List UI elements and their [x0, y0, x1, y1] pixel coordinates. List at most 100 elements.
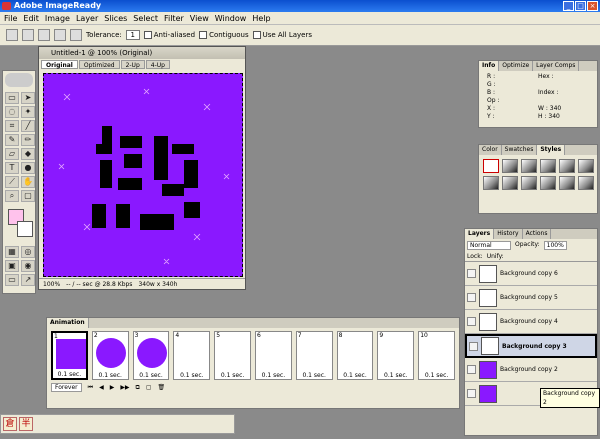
animation-frame[interactable]: 1 0.1 sec. — [51, 331, 88, 380]
style-swatch[interactable] — [521, 159, 537, 173]
tab-styles[interactable]: Styles — [537, 145, 566, 155]
frame-delay[interactable]: 0.1 sec. — [53, 371, 86, 378]
layer-visibility-icon[interactable] — [467, 293, 476, 302]
tab-history[interactable]: History — [494, 229, 523, 239]
move-tool-icon[interactable]: ➤ — [21, 92, 35, 104]
preview-browser-icon[interactable]: ◉ — [21, 260, 35, 272]
animation-frame[interactable]: 6 0.1 sec. — [255, 331, 292, 380]
tab-color[interactable]: Color — [479, 145, 502, 155]
animation-frame[interactable]: 7 0.1 sec. — [295, 331, 333, 380]
style-swatch[interactable] — [540, 159, 556, 173]
use-all-layers-checkbox[interactable]: Use All Layers — [252, 31, 312, 39]
contiguous-checkbox[interactable]: Contiguous — [199, 31, 249, 39]
frame-delay[interactable]: 0.1 sec. — [256, 372, 291, 379]
close-icon[interactable]: × — [587, 1, 598, 11]
frame-delay[interactable]: 0.1 sec. — [174, 372, 209, 379]
tab-layer-comps[interactable]: Layer Comps — [533, 61, 580, 71]
background-color[interactable] — [17, 221, 33, 237]
animation-frame[interactable]: 8 0.1 sec. — [336, 331, 374, 380]
download-speed[interactable]: -- / -- sec @ 28.8 Kbps — [66, 279, 132, 289]
animation-frame[interactable]: 3 0.1 sec. — [132, 331, 170, 380]
menu-image[interactable]: Image — [45, 12, 70, 24]
play-icon[interactable]: ▶ — [110, 384, 115, 391]
document-title-bar[interactable]: Untitled-1 @ 100% (Original) — [39, 47, 245, 59]
anti-aliased-checkbox[interactable]: Anti-aliased — [143, 31, 195, 39]
menu-select[interactable]: Select — [133, 12, 158, 24]
menu-slices[interactable]: Slices — [104, 12, 127, 24]
toggle-slices-icon[interactable]: ▦ — [5, 246, 19, 258]
eraser-tool-icon[interactable]: ▱ — [5, 148, 19, 160]
crop-tool-icon[interactable]: ⌗ — [5, 120, 19, 132]
first-frame-icon[interactable]: ⏮ — [88, 384, 93, 392]
layer-visibility-icon[interactable] — [467, 317, 476, 326]
style-swatch[interactable] — [540, 176, 556, 190]
selection-mode-subtract-icon[interactable] — [54, 29, 66, 41]
animation-frame[interactable]: 2 0.1 sec. — [91, 331, 129, 380]
selection-mode-add-icon[interactable] — [38, 29, 50, 41]
maximize-icon[interactable]: □ — [575, 1, 586, 11]
image-canvas[interactable] — [43, 73, 243, 277]
tab-optimized[interactable]: Optimized — [78, 60, 120, 69]
slice-tool-icon[interactable]: ╱ — [21, 120, 35, 132]
style-swatch[interactable] — [578, 176, 594, 190]
image-map-visibility-icon[interactable]: ◎ — [21, 246, 35, 258]
tolerance-input[interactable]: 1 — [125, 30, 140, 40]
tab-original[interactable]: Original — [41, 60, 78, 69]
menu-filter[interactable]: Filter — [164, 12, 184, 24]
opacity-input[interactable]: 100% — [543, 241, 567, 250]
style-swatch[interactable] — [483, 176, 499, 190]
style-swatch[interactable] — [578, 159, 594, 173]
next-frame-icon[interactable]: ▶▶ — [120, 384, 129, 391]
brush-tool-icon[interactable]: ✎ — [5, 134, 19, 146]
tween-icon[interactable]: ⧉ — [136, 384, 140, 392]
layer-visibility-icon[interactable] — [469, 341, 478, 351]
tab-swatches[interactable]: Swatches — [502, 145, 538, 155]
tab-info[interactable]: Info — [479, 61, 500, 71]
blend-mode-select[interactable]: Normal — [467, 241, 511, 250]
style-none-swatch[interactable] — [483, 159, 499, 173]
magic-wand-icon[interactable] — [6, 29, 18, 41]
new-frame-icon[interactable]: ▢ — [146, 384, 152, 391]
frame-delay[interactable]: 0.1 sec. — [338, 372, 373, 379]
menu-help[interactable]: Help — [252, 12, 270, 24]
zoom-level[interactable]: 100% — [43, 279, 60, 289]
layer-visibility-icon[interactable] — [467, 389, 476, 398]
tab-layers[interactable]: Layers — [465, 229, 495, 239]
zoom-tool-icon[interactable]: ⌕ — [5, 190, 19, 202]
menu-file[interactable]: File — [4, 12, 17, 24]
frame-delay[interactable]: 0.1 sec. — [215, 372, 250, 379]
ime-mode-button[interactable]: 倉 — [3, 417, 17, 431]
animation-frame[interactable]: 9 0.1 sec. — [377, 331, 415, 380]
minimize-icon[interactable]: _ — [563, 1, 574, 11]
tab-2-up[interactable]: 2-Up — [120, 60, 145, 69]
tab-animation[interactable]: Animation — [47, 318, 89, 328]
color-swatches[interactable] — [5, 207, 33, 241]
style-swatch[interactable] — [559, 176, 575, 190]
animation-frame[interactable]: 5 0.1 sec. — [214, 331, 251, 380]
layer-row[interactable]: Background copy 2 — [465, 358, 597, 382]
layer-row[interactable]: Background copy 5 — [465, 286, 597, 310]
frame-delay[interactable]: 0.1 sec. — [93, 372, 128, 379]
style-swatch[interactable] — [559, 159, 575, 173]
screen-mode-icon[interactable]: ▭ — [5, 274, 19, 286]
lasso-tool-icon[interactable]: ◌ — [5, 106, 19, 118]
menu-view[interactable]: View — [190, 12, 209, 24]
menu-edit[interactable]: Edit — [23, 12, 39, 24]
tab-actions[interactable]: Actions — [523, 229, 552, 239]
loop-select[interactable]: Forever — [51, 383, 82, 392]
tab-4-up[interactable]: 4-Up — [145, 60, 170, 69]
menu-layer[interactable]: Layer — [76, 12, 98, 24]
eyedropper-tool-icon[interactable]: ⟋ — [5, 176, 19, 188]
frame-delay[interactable]: 0.1 sec. — [134, 372, 169, 379]
layer-row[interactable]: Background copy 4 — [465, 310, 597, 334]
style-swatch[interactable] — [502, 159, 518, 173]
ime-width-button[interactable]: 半 — [19, 417, 33, 431]
layer-row[interactable]: Background copy 6 — [465, 262, 597, 286]
image-size[interactable]: 340w x 340h — [138, 279, 177, 289]
pencil-tool-icon[interactable]: ✏ — [21, 134, 35, 146]
frame-delay[interactable]: 0.1 sec. — [378, 372, 413, 379]
delete-frame-icon[interactable]: 🗑 — [158, 384, 166, 391]
frame-delay[interactable]: 0.1 sec. — [297, 372, 332, 379]
hand-tool-icon[interactable]: ✋ — [21, 176, 35, 188]
layer-visibility-icon[interactable] — [467, 269, 476, 278]
